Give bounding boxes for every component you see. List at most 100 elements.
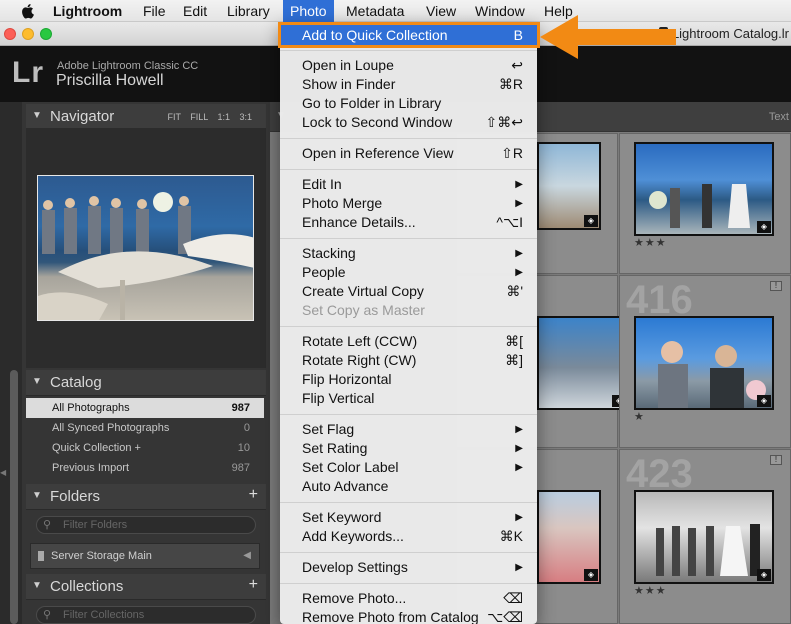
search-icon: ⚲ xyxy=(43,519,52,531)
collections-title: Collections xyxy=(50,578,124,595)
menu-item-add-keywords[interactable]: Add Keywords... ⌘K xyxy=(280,527,537,546)
menu-item-open-in-loupe[interactable]: Open in Loupe ↩ xyxy=(280,56,537,75)
menu-item-shortcut: ⌘R xyxy=(498,76,523,92)
edit-badge-icon: ◈ xyxy=(584,215,598,227)
menu-item-flip-horizontal[interactable]: Flip Horizontal xyxy=(280,370,537,389)
collections-header[interactable]: ▼ Collections + xyxy=(26,574,266,600)
flag-icon[interactable]: ! xyxy=(770,281,782,291)
star-rating: ★ xyxy=(634,411,645,423)
catalog-item-count: 987 xyxy=(231,402,250,414)
catalog-item-count: 10 xyxy=(237,442,250,454)
menu-item-label: Rotate Right (CW) xyxy=(302,352,417,368)
menu-item-develop-settings[interactable]: Develop Settings ▶ xyxy=(280,558,537,577)
filter-folders-input[interactable]: ⚲ Filter Folders xyxy=(36,516,256,534)
photo-thumbnail[interactable]: ◈ xyxy=(634,490,774,584)
folder-volume-server-storage[interactable]: Server Storage Main ◀ xyxy=(30,543,260,569)
menu-item-remove-photo[interactable]: Remove Photo... ⌫ xyxy=(280,589,537,608)
catalog-item-label: All Synced Photographs xyxy=(52,422,170,434)
submenu-arrow-icon: ▶ xyxy=(515,198,523,209)
photo-thumbnail[interactable]: ◈ xyxy=(537,316,629,410)
menu-item-label: Set Rating xyxy=(302,440,368,456)
grid-cell[interactable]: ◈ ★★★ xyxy=(619,133,791,274)
catalog-item-all-synced[interactable]: All Synced Photographs 0 xyxy=(26,418,264,438)
menu-item-open-in-reference-view[interactable]: Open in Reference View ⇧R xyxy=(280,144,537,163)
zoom-window-button[interactable] xyxy=(40,28,52,40)
photo-thumbnail[interactable]: ◈ xyxy=(634,316,774,410)
submenu-arrow-icon: ▶ xyxy=(515,179,523,190)
minimize-window-button[interactable] xyxy=(22,28,34,40)
annotation-highlight-box xyxy=(278,22,540,48)
navigator-zoom-modes[interactable]: FIT FILL 1:1 3:1 xyxy=(167,112,252,122)
add-folder-icon[interactable]: + xyxy=(249,486,258,504)
menu-item-rotate-right[interactable]: Rotate Right (CW) ⌘] xyxy=(280,351,537,370)
filter-collections-input[interactable]: ⚲ Filter Collections xyxy=(36,606,256,624)
menu-item-lock-to-second-window[interactable]: Lock to Second Window ⇧⌘↩ xyxy=(280,113,537,132)
edit-badge-icon: ◈ xyxy=(757,569,771,581)
catalog-item-all-photographs[interactable]: All Photographs 987 xyxy=(26,398,264,418)
menu-lightroom[interactable]: Lightroom xyxy=(46,0,129,22)
annotation-arrow-icon xyxy=(540,15,676,59)
catalog-item-quick-collection[interactable]: Quick Collection + 10 xyxy=(26,438,264,458)
menu-metadata[interactable]: Metadata xyxy=(339,0,411,22)
menu-separator xyxy=(280,238,537,239)
window-title: Lightroom Catalog.lr xyxy=(658,26,789,41)
menu-item-shortcut: ⌘' xyxy=(506,283,523,299)
navigator-photo-preview[interactable] xyxy=(37,175,254,321)
menu-item-set-flag[interactable]: Set Flag ▶ xyxy=(280,420,537,439)
apple-menu-icon[interactable] xyxy=(14,0,34,22)
menu-item-show-in-finder[interactable]: Show in Finder ⌘R xyxy=(280,75,537,94)
filter-text-tab[interactable]: Text xyxy=(769,111,789,123)
submenu-arrow-icon: ▶ xyxy=(515,443,523,454)
grid-cell[interactable]: 423 ! ◈ ★★★ xyxy=(619,449,791,624)
catalog-header[interactable]: ▼ Catalog xyxy=(26,370,266,396)
grid-cell[interactable]: 416 ! ◈ ★ xyxy=(619,275,791,448)
menu-item-stacking[interactable]: Stacking ▶ xyxy=(280,244,537,263)
add-collection-icon[interactable]: + xyxy=(249,576,258,594)
menu-item-remove-photo-from-catalog[interactable]: Remove Photo from Catalog ⌥⌫ xyxy=(280,608,537,624)
menu-item-go-to-folder[interactable]: Go to Folder in Library xyxy=(280,94,537,113)
menu-edit[interactable]: Edit xyxy=(176,0,214,22)
star-rating: ★★★ xyxy=(634,585,667,597)
menu-file[interactable]: File xyxy=(136,0,173,22)
menu-item-set-keyword[interactable]: Set Keyword ▶ xyxy=(280,508,537,527)
menu-item-shortcut: ^⌥I xyxy=(496,214,523,230)
menu-item-photo-merge[interactable]: Photo Merge ▶ xyxy=(280,194,537,213)
left-panel-scrollbar[interactable] xyxy=(10,370,18,624)
menu-window[interactable]: Window xyxy=(468,0,532,22)
menu-photo[interactable]: Photo xyxy=(283,0,334,22)
menu-library[interactable]: Library xyxy=(220,0,277,22)
submenu-arrow-icon: ▶ xyxy=(515,462,523,473)
menu-separator xyxy=(280,583,537,584)
collapse-left-panel-icon[interactable]: ◀ xyxy=(0,468,6,478)
submenu-arrow-icon: ▶ xyxy=(515,512,523,523)
navigator-header[interactable]: ▼ Navigator FIT FILL 1:1 3:1 xyxy=(26,104,266,130)
menu-item-enhance-details[interactable]: Enhance Details... ^⌥I xyxy=(280,213,537,232)
flag-icon[interactable]: ! xyxy=(770,455,782,465)
catalog-item-count: 987 xyxy=(231,462,250,474)
menu-item-shortcut: ⇧⌘↩ xyxy=(485,114,523,130)
menu-item-label: Flip Vertical xyxy=(302,390,375,406)
photo-thumbnail[interactable]: ◈ xyxy=(537,142,601,230)
menu-view[interactable]: View xyxy=(419,0,463,22)
menu-item-people[interactable]: People ▶ xyxy=(280,263,537,282)
disclosure-arrow-icon: ◀ xyxy=(243,550,251,561)
menu-item-label: People xyxy=(302,264,346,280)
photo-thumbnail[interactable]: ◈ xyxy=(537,490,601,584)
menu-item-auto-advance[interactable]: Auto Advance xyxy=(280,477,537,496)
menu-item-set-rating[interactable]: Set Rating ▶ xyxy=(280,439,537,458)
menu-item-create-virtual-copy[interactable]: Create Virtual Copy ⌘' xyxy=(280,282,537,301)
menu-item-flip-vertical[interactable]: Flip Vertical xyxy=(280,389,537,408)
menu-item-set-color-label[interactable]: Set Color Label ▶ xyxy=(280,458,537,477)
filter-collections-placeholder: Filter Collections xyxy=(63,609,145,621)
menu-item-edit-in[interactable]: Edit In ▶ xyxy=(280,175,537,194)
menu-item-label: Set Flag xyxy=(302,421,355,437)
menu-item-shortcut: ⌘K xyxy=(499,528,523,544)
menu-item-label: Lock to Second Window xyxy=(302,114,453,130)
catalog-item-previous-import[interactable]: Previous Import 987 xyxy=(26,458,264,478)
folders-header[interactable]: ▼ Folders + xyxy=(26,484,266,510)
photo-menu-dropdown: Add to Quick Collection B Open in Loupe ↩ … xyxy=(280,22,537,624)
menu-item-rotate-left[interactable]: Rotate Left (CCW) ⌘[ xyxy=(280,332,537,351)
volume-label: Server Storage Main xyxy=(51,550,152,562)
photo-thumbnail[interactable]: ◈ xyxy=(634,142,774,236)
close-window-button[interactable] xyxy=(4,28,16,40)
